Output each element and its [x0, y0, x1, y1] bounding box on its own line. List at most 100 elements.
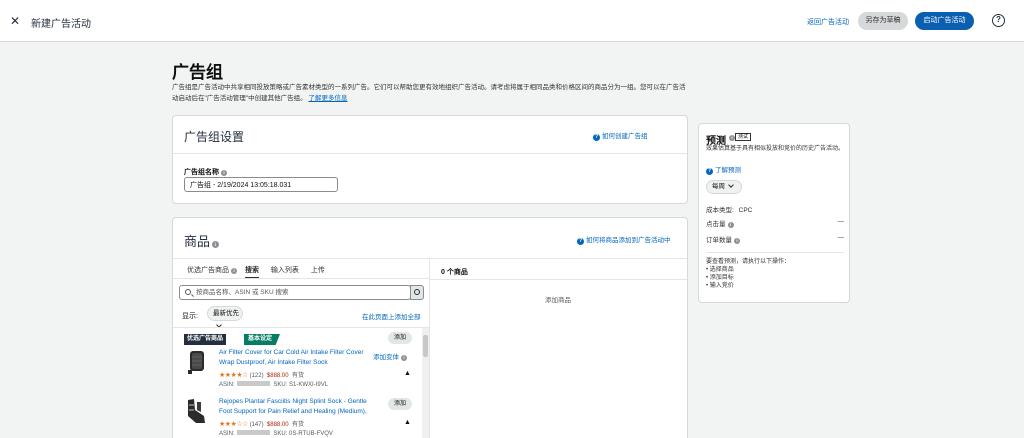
question-icon: ?: [577, 238, 584, 245]
asin-label: ASIN:: [219, 382, 235, 388]
asin-value-redacted: [236, 381, 270, 386]
stock-status: 有货: [291, 373, 304, 379]
help-icon[interactable]: ?: [992, 14, 1005, 27]
product-image[interactable]: [184, 348, 209, 376]
how-create-ad-group-link[interactable]: ? 如何创建广告组: [593, 130, 648, 141]
product-name-link[interactable]: Air Filter Cover for Car Cold Air Intake…: [219, 348, 369, 368]
info-icon[interactable]: i: [231, 268, 237, 274]
forecast-period-dropdown[interactable]: 每周: [706, 180, 742, 194]
info-icon[interactable]: i: [727, 222, 734, 228]
learn-forecast-link[interactable]: ? 了解预测: [706, 164, 741, 175]
products-card-title: 商品 i: [184, 231, 220, 250]
products-card-header: 商品 i ? 如何将商品添加到广告活动中: [173, 218, 687, 259]
sku-value: SKU: S1-KWXI-I9VL: [273, 382, 329, 388]
tab-enter-list[interactable]: 输入列表: [271, 265, 299, 275]
info-icon[interactable]: i: [221, 170, 227, 176]
learn-more-link[interactable]: 了解更多信息: [308, 95, 347, 102]
asin-value-redacted: [236, 430, 270, 435]
product-rating-row: ★★★☆☆ (147) $888.00 有货: [219, 419, 304, 428]
product-rating-row: ★★★★☆ (122) $888.00 有货: [219, 370, 304, 379]
search-button[interactable]: [410, 285, 424, 300]
add-all-on-page-link[interactable]: 在此页面上添加全部: [362, 311, 421, 321]
clicks-label: 点击量: [706, 221, 726, 228]
requirement-item: • 选择商品: [706, 267, 734, 273]
stock-status: 有货: [291, 422, 304, 428]
back-to-campaigns-link[interactable]: 返回广告活动: [807, 17, 849, 27]
product-id-row: ASIN: SKU: S1-KWXI-I9VL: [219, 381, 328, 388]
close-icon[interactable]: ✕: [9, 14, 21, 28]
orders-value: —: [837, 234, 845, 241]
info-icon[interactable]: i: [734, 238, 740, 244]
product-image[interactable]: [184, 396, 209, 430]
chevron-down-icon: [728, 182, 734, 188]
requirement-text: 选择商品: [709, 267, 734, 273]
search-icon: [414, 289, 420, 295]
forecast-requirements: 要查看预测，请执行以下操作： • 选择商品 • 添加目标 • 输入竞价: [706, 258, 790, 290]
product-search-panel: 优选广告商品 i 搜索 输入列表 上传 按商品名称、ASIN 或 SKU 搜索 显…: [173, 259, 430, 438]
cost-type-label: 成本类型:: [706, 207, 734, 214]
products-card: 商品 i ? 如何将商品添加到广告活动中 优选广告商品 i 搜索 输入列表 上传 按商…: [172, 217, 688, 438]
product-list: 优选广告商品 基本设定 添加 Air Filter Cover for Car …: [173, 327, 429, 438]
review-count: (122): [249, 373, 264, 379]
add-product-button[interactable]: 添加: [388, 332, 412, 344]
how-add-products-link[interactable]: ? 如何将商品添加到广告活动中: [577, 234, 671, 245]
launch-campaign-button[interactable]: 启动广告活动: [915, 12, 974, 30]
display-label: 显示:: [182, 313, 198, 320]
product-list-scrollbar[interactable]: [422, 328, 429, 438]
beta-badge: 测试: [735, 133, 752, 141]
add-variation-text: 添加变体: [373, 354, 399, 361]
sort-dropdown[interactable]: 最新优先: [207, 306, 243, 328]
product-price: $888.00: [266, 373, 289, 379]
ad-group-name-label-text: 广告组名称: [184, 169, 219, 176]
settings-card-header: 广告组设置 ? 如何创建广告组: [173, 116, 687, 154]
forecast-card: 预测 i 测试 效果估算基于具有相似投放和竞价的历史广告活动。 ? 了解预测 每周…: [698, 123, 850, 303]
ad-group-heading: 广告组: [172, 63, 223, 82]
info-icon[interactable]: i: [401, 355, 407, 361]
tab-search[interactable]: 搜索: [244, 265, 259, 279]
star-rating: ★★★☆☆: [219, 421, 248, 428]
cost-type-value: CPC: [738, 207, 753, 214]
search-icon: [185, 289, 191, 295]
requirements-title: 要查看预测，请执行以下操作：: [706, 259, 791, 265]
search-placeholder: 按商品名称、ASIN 或 SKU 搜索: [196, 289, 289, 296]
info-icon[interactable]: i: [212, 241, 220, 248]
list-item: 添加 Rejopes Plantar Fasciitis Night Splin…: [173, 394, 422, 438]
sku-value: SKU: 0S-RTUB-FVQV: [273, 431, 333, 437]
sort-value: 最新优先: [213, 310, 239, 317]
add-product-button[interactable]: 添加: [388, 398, 412, 410]
question-icon: ?: [706, 168, 713, 175]
product-price: $888.00: [266, 422, 289, 428]
selected-products-panel: 0 个商品 添加商品: [430, 259, 687, 438]
clicks-row: 点击量 i —: [706, 218, 844, 228]
product-id-row: ASIN: SKU: 0S-RTUB-FVQV: [219, 430, 333, 437]
ad-group-intro: 广告组是广告活动中共享相同投放策略或广告素材类型的一系列广告。它们可以帮助您更有…: [172, 82, 688, 104]
forecast-divider: [706, 252, 844, 253]
period-value: 每周: [712, 183, 725, 190]
ad-group-name-input[interactable]: [184, 177, 338, 192]
list-item: 优选广告商品 基本设定 添加 Air Filter Cover for Car …: [173, 328, 422, 388]
forecast-description: 效果估算基于具有相似投放和竞价的历史广告活动。: [706, 146, 845, 152]
requirement-text: 添加目标: [709, 275, 734, 281]
orders-label: 订单数量: [706, 237, 732, 244]
tab-upload[interactable]: 上传: [311, 265, 325, 275]
tab-suggested-products[interactable]: 优选广告商品: [187, 265, 229, 275]
orders-row: 订单数量 i —: [706, 234, 844, 244]
warning-icon: ▲: [404, 419, 411, 426]
settings-card-title: 广告组设置: [184, 130, 245, 144]
empty-state-text: 添加商品: [545, 297, 571, 304]
scrollbar-thumb[interactable]: [423, 335, 428, 357]
learn-forecast-text: 了解预测: [715, 167, 741, 174]
requirement-item: • 输入竞价: [706, 283, 734, 289]
question-icon: ?: [593, 134, 600, 141]
save-draft-button[interactable]: 另存为草稿: [858, 12, 908, 30]
cost-type-row: 成本类型: CPC: [706, 204, 844, 214]
add-variation-link[interactable]: 添加变体 i: [373, 351, 407, 361]
ad-group-settings-card: 广告组设置 ? 如何创建广告组 广告组名称 i: [172, 115, 688, 204]
product-name-link[interactable]: Rejopes Plantar Fasciitis Night Splint S…: [219, 397, 369, 417]
product-search-input[interactable]: 按商品名称、ASIN 或 SKU 搜索: [179, 285, 411, 300]
tab-divider: [173, 278, 429, 279]
warning-icon: ▲: [404, 370, 411, 377]
products-title-text: 商品: [184, 234, 211, 249]
product-tabs: 优选广告商品 i 搜索 输入列表 上传: [187, 265, 335, 279]
selected-count: 0 个商品: [441, 269, 468, 276]
